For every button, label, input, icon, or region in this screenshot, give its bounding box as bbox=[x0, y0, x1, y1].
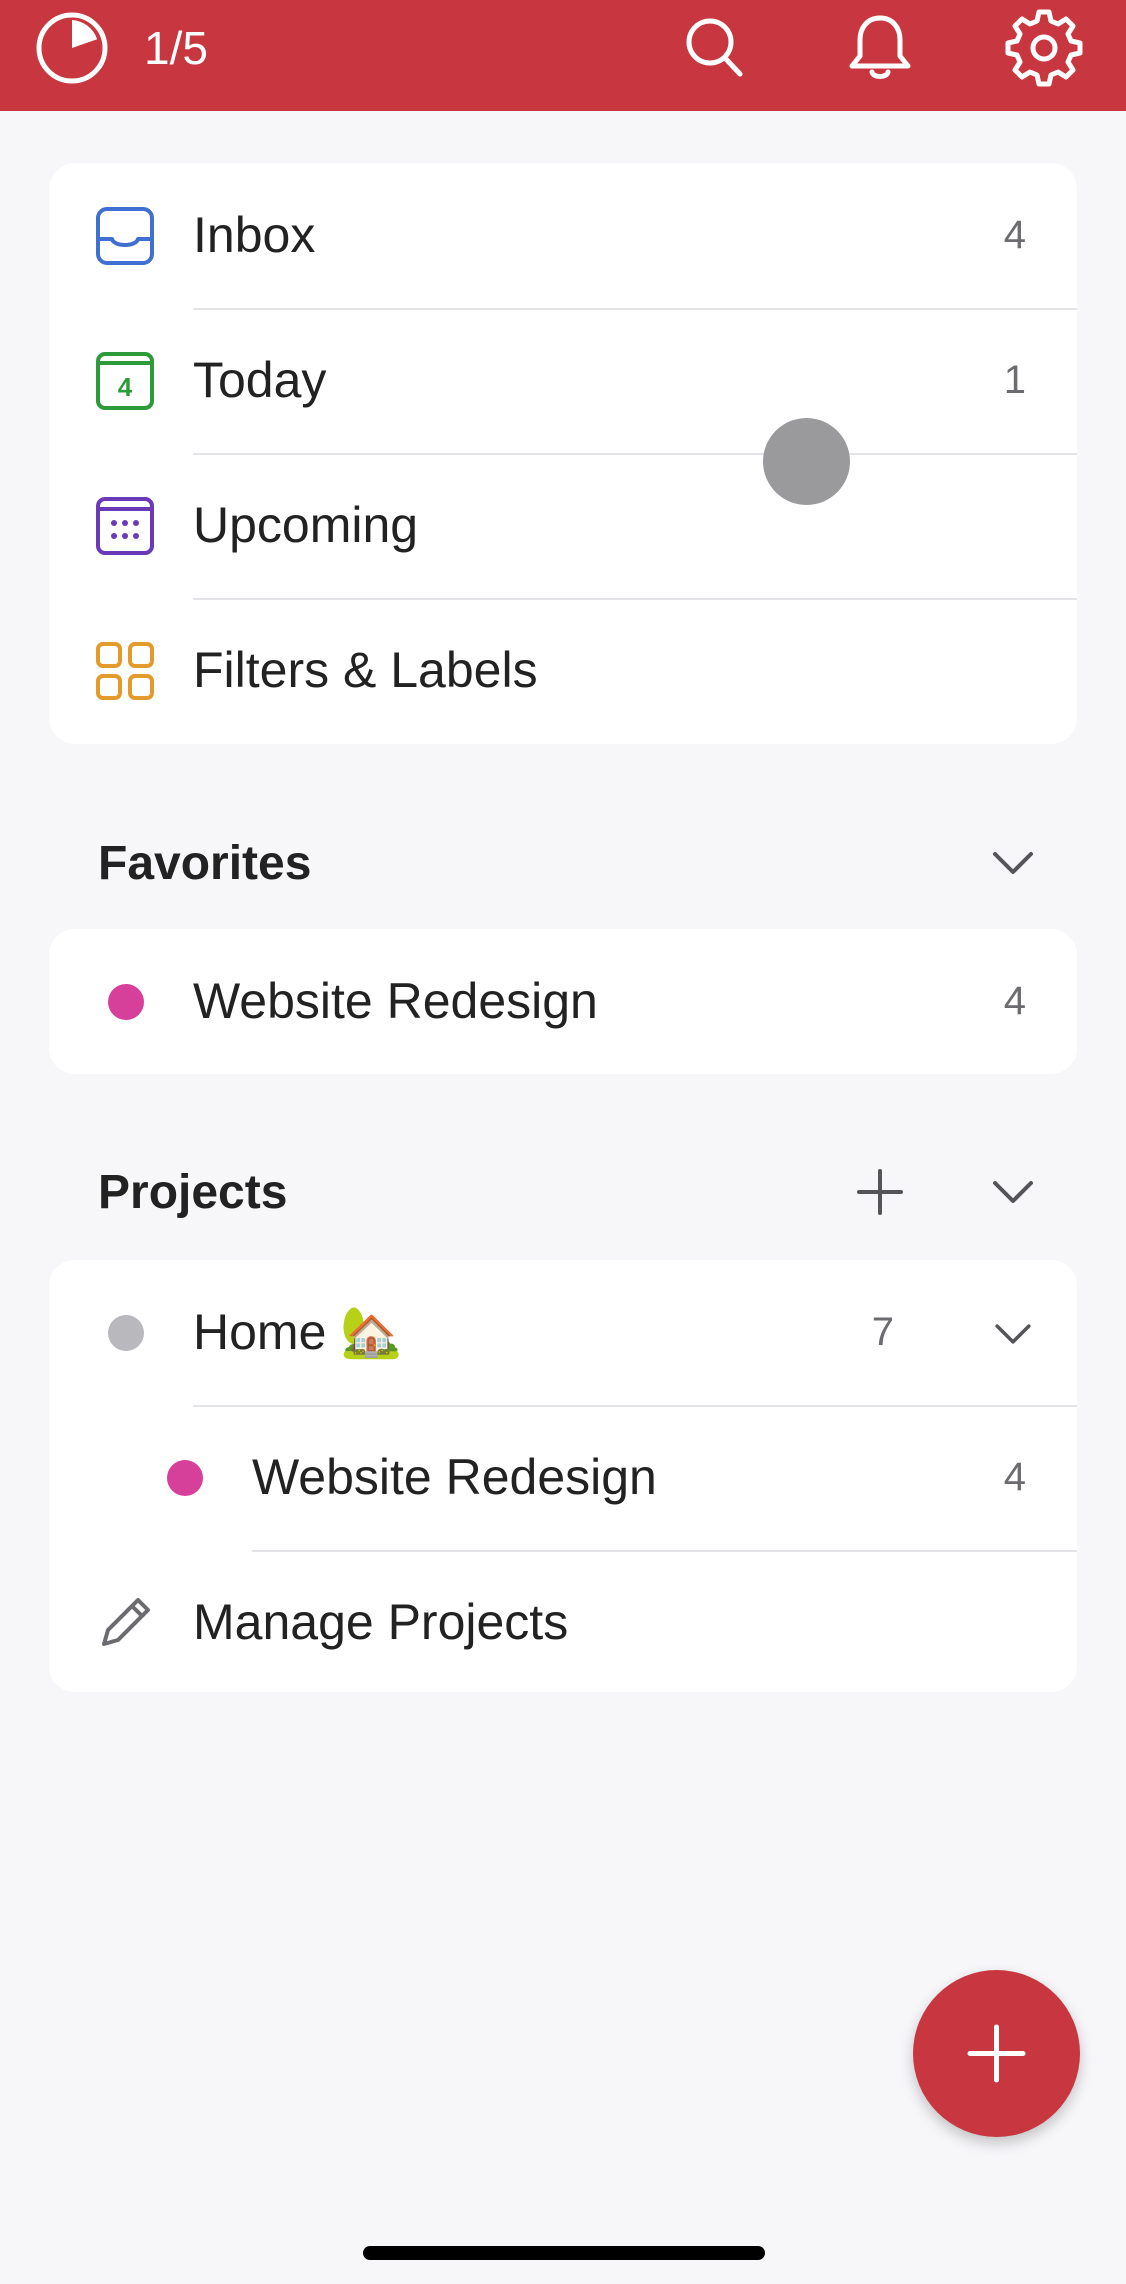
progress-count[interactable]: 1/5 bbox=[144, 18, 208, 78]
project-item-website-redesign[interactable]: Website Redesign 4 bbox=[49, 1405, 1077, 1550]
nav-item-count: 1 bbox=[1003, 358, 1026, 402]
nav-item-label: Inbox bbox=[193, 207, 316, 263]
top-bar: 1/5 bbox=[0, 0, 1126, 111]
project-item-count: 4 bbox=[1003, 1455, 1026, 1499]
project-item-count: 7 bbox=[871, 1310, 894, 1354]
add-task-button[interactable] bbox=[913, 1970, 1080, 2137]
chevron-down-icon[interactable] bbox=[988, 1167, 1038, 1217]
favorite-item-count: 4 bbox=[1003, 979, 1026, 1023]
nav-item-label: Today bbox=[193, 352, 327, 408]
nav-item-label: Filters & Labels bbox=[193, 642, 538, 698]
project-item-label: Home 🏡 bbox=[193, 1304, 403, 1360]
plus-icon bbox=[967, 2024, 1026, 2083]
inbox-icon bbox=[96, 207, 154, 265]
nav-item-label: Upcoming bbox=[193, 497, 419, 553]
chevron-down-icon[interactable] bbox=[991, 1312, 1035, 1356]
projects-title: Projects bbox=[98, 1166, 288, 1219]
nav-item-filters-labels[interactable]: Filters & Labels bbox=[49, 598, 1077, 743]
add-project-plus-icon[interactable] bbox=[855, 1167, 905, 1217]
bell-icon[interactable] bbox=[840, 8, 920, 88]
nav-item-inbox[interactable]: Inbox 4 bbox=[49, 163, 1077, 308]
gear-icon[interactable] bbox=[1004, 8, 1084, 88]
chevron-down-icon[interactable] bbox=[988, 838, 1038, 888]
manage-projects-label: Manage Projects bbox=[193, 1594, 569, 1650]
main-nav-card: Inbox 4 4 Today 1 Upcoming Filters & Lab… bbox=[49, 163, 1077, 744]
projects-card: Home 🏡 7 Website Redesign 4 Manage Proje… bbox=[49, 1260, 1077, 1692]
search-icon[interactable] bbox=[674, 8, 754, 88]
filters-grid-icon bbox=[96, 642, 154, 700]
pencil-icon bbox=[102, 1598, 150, 1646]
pie-progress-icon[interactable] bbox=[34, 10, 110, 86]
manage-projects-row[interactable]: Manage Projects bbox=[49, 1550, 1077, 1692]
calendar-today-icon: 4 bbox=[96, 352, 154, 410]
app-screen: 1/5 Inbox 4 4 Today 1 Upcoming Filters &… bbox=[0, 0, 1126, 2284]
favorite-item[interactable]: Website Redesign 4 bbox=[49, 929, 1077, 1074]
favorites-card: Website Redesign 4 bbox=[49, 929, 1077, 1074]
project-item-home[interactable]: Home 🏡 7 bbox=[49, 1260, 1077, 1405]
favorite-item-label: Website Redesign bbox=[193, 973, 598, 1029]
project-color-dot bbox=[167, 1460, 203, 1496]
touch-indicator bbox=[763, 418, 850, 505]
nav-item-today[interactable]: 4 Today 1 bbox=[49, 308, 1077, 453]
nav-item-upcoming[interactable]: Upcoming bbox=[49, 453, 1077, 598]
calendar-upcoming-icon bbox=[96, 497, 154, 555]
project-item-label: Website Redesign bbox=[252, 1449, 657, 1505]
home-indicator[interactable] bbox=[363, 2246, 765, 2260]
project-color-dot bbox=[108, 1315, 144, 1351]
project-color-dot bbox=[108, 984, 144, 1020]
favorites-title: Favorites bbox=[98, 837, 312, 890]
today-icon-number: 4 bbox=[118, 372, 133, 402]
nav-item-count: 4 bbox=[1003, 213, 1026, 257]
